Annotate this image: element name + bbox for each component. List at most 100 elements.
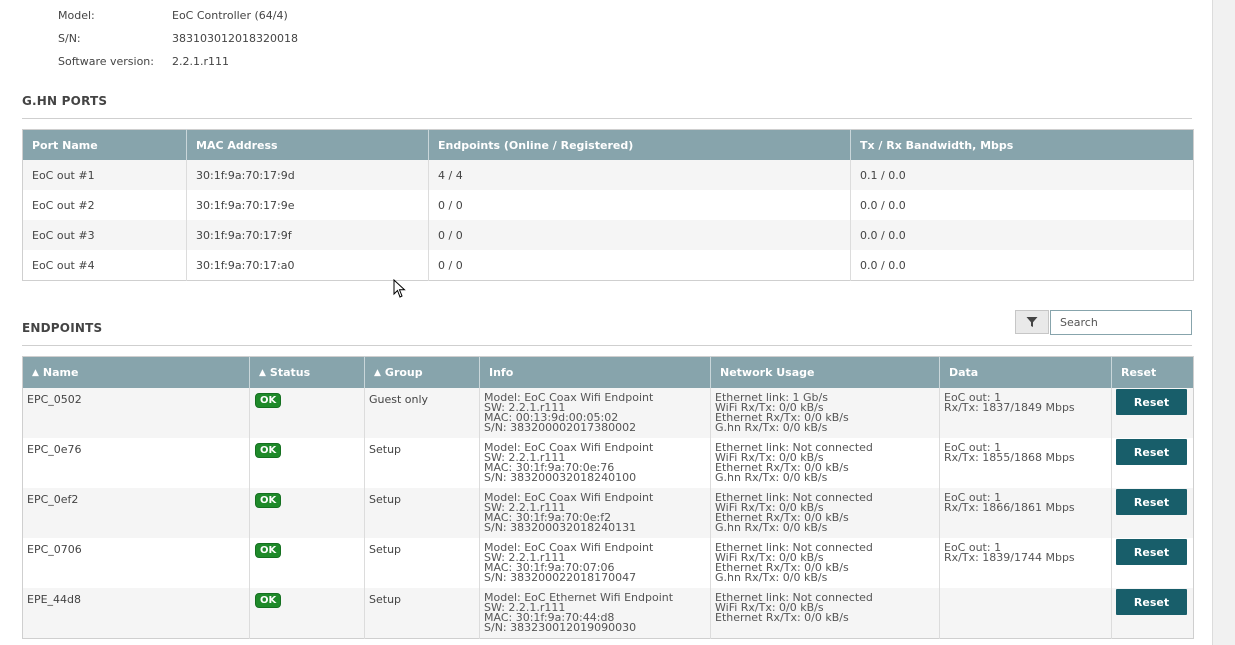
filter-button[interactable] (1015, 310, 1049, 334)
port-endpoints-cell: 0 / 0 (428, 190, 851, 220)
endpoint-network-cell: Ethernet link: Not connected WiFi Rx/Tx:… (710, 438, 940, 488)
endpoints-col-network: Network Usage (710, 356, 940, 388)
endpoints-col-status-label: Status (269, 366, 311, 379)
endpoint-status-cell: OK (249, 588, 365, 638)
endpoints-col-reset: Reset (1111, 356, 1194, 388)
device-serial-value: 383103012018320018 (172, 32, 298, 45)
endpoint-group-cell: Guest only (364, 388, 480, 438)
endpoint-network-cell: Ethernet link: Not connected WiFi Rx/Tx:… (710, 538, 940, 588)
endpoints-col-status[interactable]: ▲ Status (249, 356, 365, 388)
main-panel: Model: EoC Controller (64/4) S/N: 383103… (0, 0, 1213, 645)
port-bandwidth-cell: 0.0 / 0.0 (850, 190, 1194, 220)
info-sn: S/N: 383200032018240131 (484, 521, 637, 534)
reset-button[interactable]: Reset (1116, 539, 1187, 565)
ports-col-port-name: Port Name (22, 129, 187, 160)
endpoint-row: EPC_0502 OK Guest only Model: EoC Coax W… (22, 388, 1194, 438)
endpoint-status-cell: OK (249, 388, 365, 438)
network-ghn: G.hn Rx/Tx: 0/0 kB/s (715, 571, 828, 584)
port-endpoints-cell: 0 / 0 (428, 250, 851, 281)
info-sn: S/N: 383200022018170047 (484, 571, 637, 584)
ports-col-endpoints: Endpoints (Online / Registered) (428, 129, 851, 160)
endpoint-name-cell: EPC_0ef2 (22, 488, 250, 538)
endpoint-info-cell: Model: EoC Coax Wifi Endpoint SW: 2.2.1.… (479, 488, 711, 538)
device-software-value: 2.2.1.r111 (172, 55, 230, 68)
filter-icon (1026, 317, 1038, 327)
device-serial-label: S/N: (58, 32, 81, 45)
endpoint-info-cell: Model: EoC Coax Wifi Endpoint SW: 2.2.1.… (479, 538, 711, 588)
endpoint-network-cell: Ethernet link: 1 Gb/s WiFi Rx/Tx: 0/0 kB… (710, 388, 940, 438)
port-endpoints-cell: 0 / 0 (428, 220, 851, 250)
endpoints-header-row: ▲ Name ▲ Status ▲ Group Info Network Usage … (22, 356, 1194, 388)
endpoint-info-cell: Model: EoC Coax Wifi Endpoint SW: 2.2.1.… (479, 388, 711, 438)
endpoint-name-cell: EPC_0706 (22, 538, 250, 588)
status-badge: OK (255, 493, 282, 508)
data-rx-tx: Rx/Tx: 1839/1744 Mbps (944, 551, 1075, 564)
endpoint-info-cell: Model: EoC Coax Wifi Endpoint SW: 2.2.1.… (479, 438, 711, 488)
port-name-cell: EoC out #1 (22, 160, 187, 190)
endpoint-group-cell: Setup (364, 588, 480, 638)
data-rx-tx: Rx/Tx: 1866/1861 Mbps (944, 501, 1075, 514)
port-mac-cell: 30:1f:9a:70:17:9f (186, 220, 429, 250)
ports-col-mac: MAC Address (186, 129, 429, 160)
endpoint-network-cell: Ethernet link: Not connected WiFi Rx/Tx:… (710, 488, 940, 538)
endpoints-col-name-label: Name (42, 366, 79, 379)
endpoints-col-name[interactable]: ▲ Name (22, 356, 250, 388)
endpoint-reset-cell: Reset (1111, 588, 1194, 638)
network-ghn: G.hn Rx/Tx: 0/0 kB/s (715, 421, 828, 434)
port-row: EoC out #2 30:1f:9a:70:17:9e 0 / 0 0.0 /… (22, 190, 1194, 220)
port-bandwidth-cell: 0.0 / 0.0 (850, 220, 1194, 250)
data-rx-tx: Rx/Tx: 1837/1849 Mbps (944, 401, 1075, 414)
endpoints-divider (22, 345, 1192, 346)
sort-asc-icon: ▲ (374, 368, 381, 378)
search-input[interactable] (1050, 310, 1192, 335)
endpoints-col-group-label: Group (384, 366, 423, 379)
info-sn: S/N: 383200002017380002 (484, 421, 637, 434)
endpoint-row: EPC_0ef2 OK Setup Model: EoC Coax Wifi E… (22, 488, 1194, 538)
endpoint-network-cell: Ethernet link: Not connected WiFi Rx/Tx:… (710, 588, 940, 638)
endpoints-table: ▲ Name ▲ Status ▲ Group Info Network Usage … (22, 356, 1194, 639)
endpoint-status-cell: OK (249, 538, 365, 588)
network-ghn: G.hn Rx/Tx: 0/0 kB/s (715, 521, 828, 534)
endpoint-name-cell: EPC_0502 (22, 388, 250, 438)
endpoint-row: EPC_0706 OK Setup Model: EoC Coax Wifi E… (22, 538, 1194, 588)
endpoint-name-cell: EPE_44d8 (22, 588, 250, 638)
endpoint-reset-cell: Reset (1111, 388, 1194, 438)
ports-col-bandwidth: Tx / Rx Bandwidth, Mbps (850, 129, 1194, 160)
endpoint-status-cell: OK (249, 488, 365, 538)
reset-button[interactable]: Reset (1116, 389, 1187, 415)
port-bandwidth-cell: 0.1 / 0.0 (850, 160, 1194, 190)
port-name-cell: EoC out #4 (22, 250, 187, 281)
reset-button[interactable]: Reset (1116, 589, 1187, 615)
reset-button[interactable]: Reset (1116, 439, 1187, 465)
port-mac-cell: 30:1f:9a:70:17:9d (186, 160, 429, 190)
port-name-cell: EoC out #2 (22, 190, 187, 220)
port-endpoints-cell: 4 / 4 (428, 160, 851, 190)
endpoint-reset-cell: Reset (1111, 438, 1194, 488)
network-ghn: G.hn Rx/Tx: 0/0 kB/s (715, 471, 828, 484)
endpoint-group-cell: Setup (364, 488, 480, 538)
ports-header-row: Port Name MAC Address Endpoints (Online … (22, 129, 1194, 160)
endpoint-info-cell: Model: EoC Ethernet Wifi Endpoint SW: 2.… (479, 588, 711, 638)
endpoint-name-cell: EPC_0e76 (22, 438, 250, 488)
sort-asc-icon: ▲ (32, 368, 39, 378)
network-ethernet: Ethernet Rx/Tx: 0/0 kB/s (715, 611, 849, 624)
endpoint-reset-cell: Reset (1111, 538, 1194, 588)
status-badge: OK (255, 593, 282, 608)
info-sn: S/N: 383230012019090030 (484, 621, 637, 634)
endpoint-reset-cell: Reset (1111, 488, 1194, 538)
reset-button[interactable]: Reset (1116, 489, 1187, 515)
port-mac-cell: 30:1f:9a:70:17:a0 (186, 250, 429, 281)
sort-asc-icon: ▲ (259, 368, 266, 378)
ports-divider (22, 118, 1192, 119)
endpoint-data-cell: EoC out: 1 Rx/Tx: 1866/1861 Mbps (939, 488, 1112, 538)
ports-section-title: G.HN PORTS (22, 94, 108, 108)
port-row: EoC out #3 30:1f:9a:70:17:9f 0 / 0 0.0 /… (22, 220, 1194, 250)
endpoint-data-cell: EoC out: 1 Rx/Tx: 1837/1849 Mbps (939, 388, 1112, 438)
port-bandwidth-cell: 0.0 / 0.0 (850, 250, 1194, 281)
endpoint-data-cell (939, 588, 1112, 638)
endpoints-col-group[interactable]: ▲ Group (364, 356, 480, 388)
device-model-label: Model: (58, 9, 95, 22)
port-row: EoC out #1 30:1f:9a:70:17:9d 4 / 4 0.1 /… (22, 160, 1194, 190)
device-model-value: EoC Controller (64/4) (172, 9, 288, 22)
endpoint-row: EPE_44d8 OK Setup Model: EoC Ethernet Wi… (22, 588, 1194, 638)
